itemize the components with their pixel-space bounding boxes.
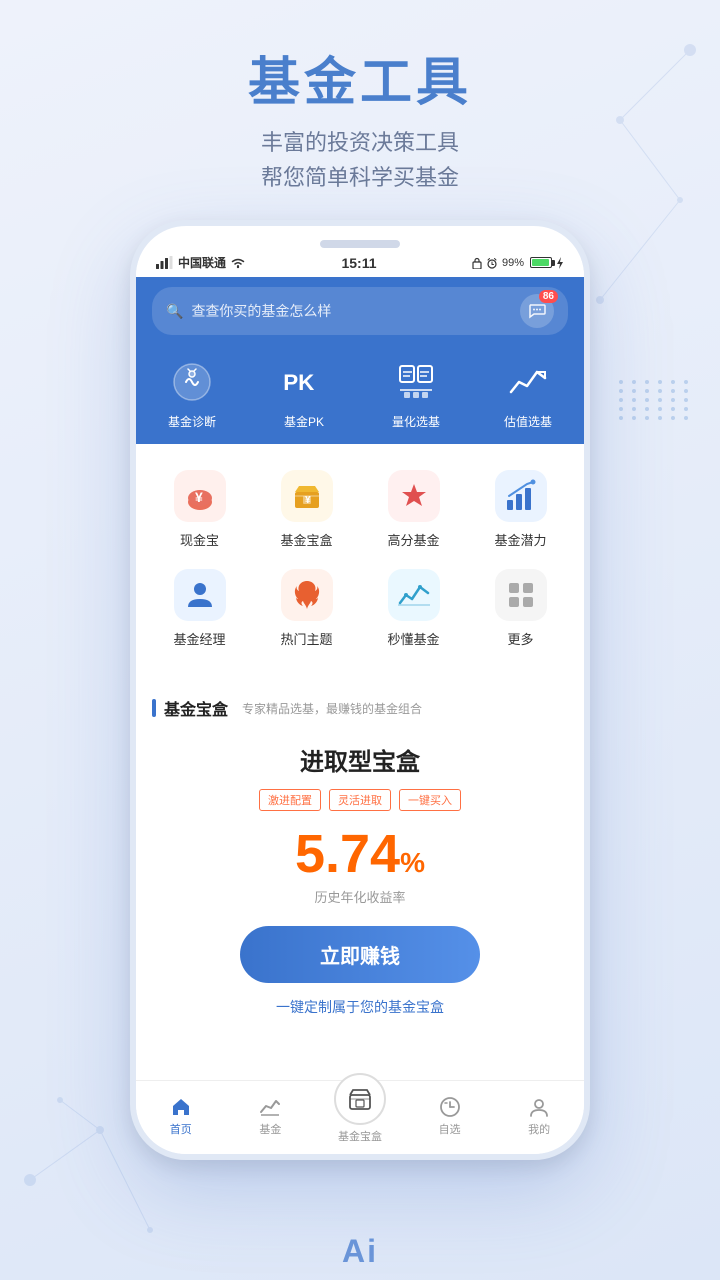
icon-grid: ¥ 现金宝 ¥ 基金宝盒: [136, 444, 584, 674]
grid-item-understand[interactable]: 秒懂基金: [360, 559, 467, 658]
home-icon: [170, 1096, 192, 1118]
fundbox-center-icon: [334, 1073, 386, 1125]
nav-label-fund: 基金: [259, 1121, 281, 1137]
fund-tag-0: 激进配置: [259, 789, 321, 811]
page-title: 基金工具: [0, 40, 720, 115]
fund-rate-label: 历史年化收益率: [152, 887, 568, 906]
nav-label-mine: 我的: [528, 1121, 550, 1137]
alarm-icon: [486, 257, 498, 269]
section-bar: [152, 699, 156, 717]
nav-home[interactable]: 首页: [136, 1096, 226, 1137]
grid-label-highscore: 高分基金: [387, 530, 439, 549]
grid-item-potential[interactable]: 基金潜力: [467, 460, 574, 559]
nav-item-valuation[interactable]: 估值选基: [472, 357, 584, 430]
fund-tag-1: 灵活进取: [329, 789, 391, 811]
status-time: 15:11: [341, 255, 376, 271]
ai-label: Ai: [342, 1233, 378, 1270]
svg-text:¥: ¥: [305, 495, 311, 506]
message-count: 86: [539, 290, 558, 303]
section-title: 基金宝盒: [164, 696, 228, 720]
app-header: 🔍 查查你买的基金怎么样 86: [136, 277, 584, 349]
svg-text:PK: PK: [283, 370, 314, 395]
phone-speaker: [320, 240, 400, 248]
nav-label-valuation: 估值选基: [504, 413, 552, 430]
message-button[interactable]: 86: [520, 294, 554, 328]
search-bar[interactable]: 🔍 查查你买的基金怎么样 86: [152, 287, 568, 335]
watchlist-icon: [439, 1096, 461, 1118]
battery-icon: [530, 257, 552, 268]
lock-icon: [472, 257, 482, 269]
nav-label-diagnosis: 基金诊断: [168, 413, 216, 430]
nav-label-pk: 基金PK: [284, 413, 324, 430]
nav-label-fundbox: 基金宝盒: [338, 1128, 382, 1144]
grid-label-potential: 基金潜力: [494, 530, 546, 549]
message-icon: [528, 303, 546, 319]
nav-fund[interactable]: 基金: [226, 1096, 316, 1137]
nav-item-diagnosis[interactable]: 基金诊断: [136, 357, 248, 430]
signal-icon: [156, 256, 174, 269]
nav-item-pk[interactable]: PK 基金PK: [248, 357, 360, 430]
bottom-nav: 首页 基金 基金宝盒: [136, 1080, 584, 1154]
search-placeholder: 查查你买的基金怎么样: [191, 301, 512, 321]
grid-label-hot: 热门主题: [280, 629, 332, 648]
search-icon: 🔍: [166, 303, 183, 320]
fund-icon: [259, 1096, 281, 1118]
nav-label-watchlist: 自选: [439, 1121, 461, 1137]
custom-link[interactable]: 一键定制属于您的基金宝盒: [152, 997, 568, 1017]
fund-tags: 激进配置 灵活进取 一键买入: [152, 789, 568, 811]
charging-icon: [556, 257, 564, 269]
grid-label-cash: 现金宝: [180, 530, 219, 549]
status-bar: 中国联通 15:11 99%: [136, 248, 584, 277]
grid-label-understand: 秒懂基金: [387, 629, 439, 648]
earn-button[interactable]: 立即赚钱: [240, 926, 480, 983]
grid-item-highscore[interactable]: 高分基金: [360, 460, 467, 559]
top-nav: 基金诊断 PK 基金PK: [136, 349, 584, 444]
phone-mockup: 中国联通 15:11 99%: [130, 220, 590, 1160]
fund-box-title: 进取型宝盒: [152, 742, 568, 777]
grid-item-hot[interactable]: 热门主题: [253, 559, 360, 658]
fund-box-card: 进取型宝盒 激进配置 灵活进取 一键买入 5.74% 历史年化收益率 立即赚钱 …: [152, 732, 568, 1037]
grid-item-manager[interactable]: 基金经理: [146, 559, 253, 658]
grid-label-manager: 基金经理: [173, 629, 225, 648]
nav-label-quant: 量化选基: [392, 413, 440, 430]
nav-mine[interactable]: 我的: [494, 1096, 584, 1137]
svg-text:¥: ¥: [195, 489, 203, 505]
grid-label-fundbox: 基金宝盒: [280, 530, 332, 549]
carrier-label: 中国联通: [178, 254, 226, 271]
page-subtitle: 丰富的投资决策工具 帮您简单科学买基金: [0, 125, 720, 195]
section-card: 基金宝盒 专家精品选基，最赚钱的基金组合 进取型宝盒 激进配置 灵活进取 一键买…: [136, 682, 584, 1051]
fund-tag-2: 一键买入: [399, 789, 461, 811]
wifi-icon: [230, 256, 246, 269]
grid-label-more: 更多: [507, 629, 533, 648]
fund-rate: 5.74%: [152, 827, 568, 881]
grid-item-more[interactable]: 更多: [467, 559, 574, 658]
grid-item-cash[interactable]: ¥ 现金宝: [146, 460, 253, 559]
page-header: 基金工具 丰富的投资决策工具 帮您简单科学买基金: [0, 0, 720, 215]
nav-label-home: 首页: [170, 1121, 192, 1137]
grid-item-fundbox[interactable]: ¥ 基金宝盒: [253, 460, 360, 559]
mine-icon: [528, 1096, 550, 1118]
nav-item-quant[interactable]: 量化选基: [360, 357, 472, 430]
nav-fundbox-center[interactable]: 基金宝盒: [315, 1089, 405, 1144]
section-subtitle: 专家精品选基，最赚钱的基金组合: [242, 700, 422, 717]
battery-percent: 99%: [502, 257, 524, 269]
nav-watchlist[interactable]: 自选: [405, 1096, 495, 1137]
